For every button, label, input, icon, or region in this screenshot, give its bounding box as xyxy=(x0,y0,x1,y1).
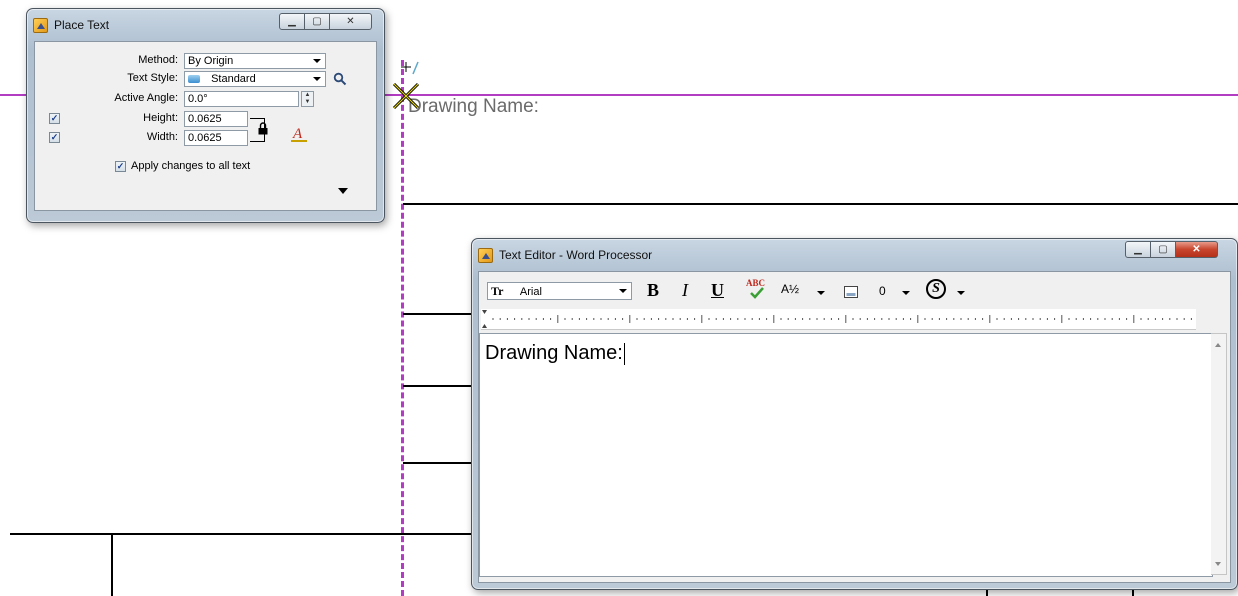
editor-vertical-scrollbar[interactable] xyxy=(1211,333,1227,575)
width-input[interactable]: 0.0625 xyxy=(184,130,248,146)
search-icon[interactable] xyxy=(333,72,347,86)
minimize-button[interactable]: ▁ xyxy=(279,13,305,30)
active-angle-input[interactable]: 0.0° xyxy=(184,91,299,107)
minimize-icon: ▁ xyxy=(1134,244,1142,255)
stacked-fraction-label: A½ xyxy=(781,282,800,296)
title-block-line xyxy=(111,533,113,596)
minimize-button[interactable]: ▁ xyxy=(1125,241,1151,258)
special-character-button[interactable]: S xyxy=(926,279,946,299)
apply-changes-label: Apply changes to all text xyxy=(131,160,251,172)
text-style-dropdown[interactable]: Standard xyxy=(184,71,326,87)
minimize-icon: ▁ xyxy=(288,16,296,27)
text-style-label: Text Style: xyxy=(127,72,178,84)
place-text-title: Place Text xyxy=(54,18,110,32)
text-style-icon xyxy=(188,75,200,84)
active-angle-value: 0.0° xyxy=(188,93,208,105)
chevron-down-icon xyxy=(313,77,321,81)
microstation-app-icon xyxy=(33,17,48,33)
height-input[interactable]: 0.0625 xyxy=(184,111,248,127)
checkmark-icon xyxy=(750,287,764,299)
title-block-line xyxy=(10,533,478,535)
chevron-down-icon[interactable] xyxy=(957,291,965,295)
maximize-button[interactable]: ▢ xyxy=(1151,241,1176,258)
place-text-window: Place Text ▁ ▢ ✕ Method: By Origin Text … xyxy=(26,8,385,223)
special-character-label: S xyxy=(932,281,940,296)
expand-dialog-button[interactable] xyxy=(338,188,348,194)
title-block-line xyxy=(403,203,1238,205)
font-value: Arial xyxy=(519,286,542,298)
close-button[interactable]: ✕ xyxy=(1176,241,1218,258)
microstation-app-icon xyxy=(478,247,493,263)
width-label: Width: xyxy=(146,131,178,143)
text-editor-titlebar[interactable]: Text Editor - Word Processor xyxy=(478,243,1231,267)
editor-text-value: Drawing Name: xyxy=(485,342,623,364)
maximize-icon: ▢ xyxy=(312,16,322,27)
text-editor-content[interactable]: Drawing Name: xyxy=(479,333,1213,577)
close-icon: ✕ xyxy=(1192,244,1201,255)
border-line-left xyxy=(401,60,404,596)
line-spacing-icon[interactable] xyxy=(843,284,859,300)
close-button[interactable]: ✕ xyxy=(330,13,372,30)
chevron-down-icon[interactable] xyxy=(817,291,825,295)
bold-button[interactable]: B xyxy=(647,280,659,301)
width-value: 0.0625 xyxy=(188,132,222,144)
method-label: Method: xyxy=(138,54,178,66)
title-block-line xyxy=(403,385,478,387)
line-spacing-value[interactable]: 0 xyxy=(879,284,886,298)
text-caret xyxy=(623,342,625,365)
scroll-down-icon[interactable] xyxy=(1215,562,1221,566)
title-block-line xyxy=(403,462,478,464)
apply-changes-checkbox[interactable]: ✓ xyxy=(115,161,126,172)
chevron-down-icon xyxy=(619,289,627,293)
font-dropdown[interactable]: Tr Arial xyxy=(487,282,632,300)
title-block-line xyxy=(403,313,478,315)
text-editor-title: Text Editor - Word Processor xyxy=(499,248,653,262)
maximize-button[interactable]: ▢ xyxy=(305,13,330,30)
ruler-ticks xyxy=(482,310,1192,328)
height-label: Height: xyxy=(143,112,178,124)
height-value: 0.0625 xyxy=(188,113,222,125)
underline-button[interactable]: U xyxy=(711,280,724,301)
text-origin-cursor-icon xyxy=(392,61,420,110)
active-angle-spinner[interactable]: ▲ ▼ xyxy=(301,91,314,107)
editor-text[interactable]: Drawing Name: xyxy=(485,342,625,365)
ruler[interactable] xyxy=(481,309,1196,330)
close-icon: ✕ xyxy=(346,16,355,27)
place-text-settings-panel: Method: By Origin Text Style: Standard A… xyxy=(34,41,377,211)
scroll-up-icon[interactable] xyxy=(1215,343,1221,347)
lock-icon[interactable] xyxy=(257,122,269,135)
method-dropdown[interactable]: By Origin xyxy=(184,53,326,69)
font-icon: Tr xyxy=(491,284,504,298)
stacked-fraction-button[interactable]: A½ xyxy=(781,282,799,296)
method-value: By Origin xyxy=(188,55,234,67)
active-angle-label: Active Angle: xyxy=(114,92,178,104)
spell-check-button[interactable]: ABC xyxy=(746,278,770,300)
chevron-down-icon[interactable] xyxy=(902,291,910,295)
maximize-icon: ▢ xyxy=(1158,244,1168,255)
italic-button[interactable]: I xyxy=(682,280,688,301)
text-attributes-icon[interactable]: A xyxy=(290,125,308,143)
chevron-down-icon xyxy=(313,59,321,63)
svg-text:A: A xyxy=(292,126,303,142)
text-style-value: Standard xyxy=(211,73,256,85)
